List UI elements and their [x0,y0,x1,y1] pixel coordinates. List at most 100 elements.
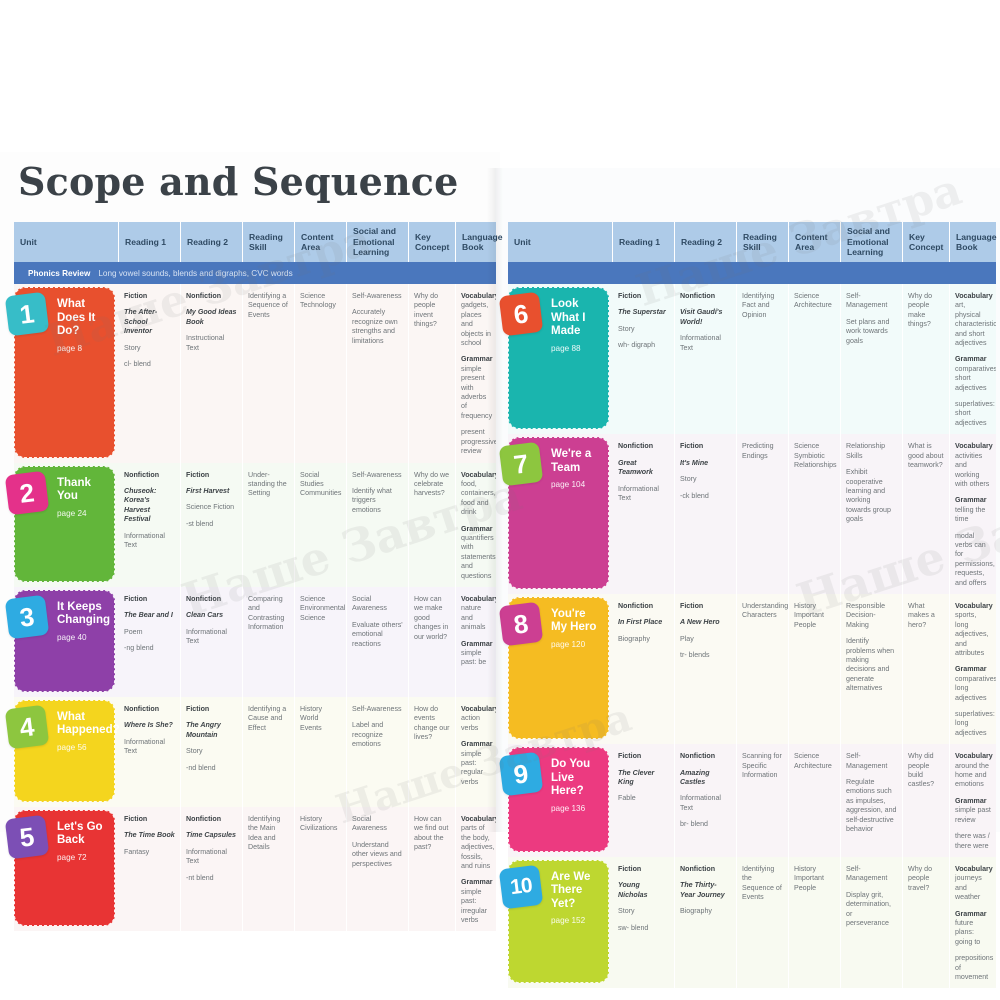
reading1-phonics: -ng blend [124,644,154,653]
content-area-text: Science Architecture [794,292,832,310]
grammar-text: future plans: going to [955,918,981,946]
grammar-text: comparatives: long adjectives [955,674,996,702]
cell-content-area: Science Symbiotic Relationships [789,434,841,594]
reading-skill-text: Comparing and Contrasting Information [248,594,285,632]
unit-card-4[interactable]: 4 What Happened? page 56 [4,699,120,802]
unit-number-badge: 8 [498,601,544,647]
unit-number-badge: 7 [498,441,544,487]
unit-card-7[interactable]: 7 We're a Team page 104 [498,437,609,589]
vocabulary-text: activities and working with others [955,451,990,488]
cell-social-emotional-learning: Self-Management Set plans and work toward… [841,284,903,435]
unit-number-badge: 6 [498,291,544,337]
reading1-type: Nonfiction [618,601,654,610]
reading1-phonics: cl- blend [124,360,151,369]
cell-reading-2: Fiction A New Hero Play tr- blends [675,593,737,745]
reading2-title: The Thirty-Year Journey [680,881,725,899]
cell-content-area: Science Environmental Science [295,586,347,697]
cell-reading-1: Fiction Young Nicholas Story sw- blend [613,856,675,989]
vocabulary-label: Vocabulary [461,470,496,479]
column-header-language-book: Language Book [956,231,997,253]
column-header-reading-1: Reading 1 [613,222,675,262]
unit-card-1[interactable]: 1 What Does It Do? page 8 [4,287,115,458]
sel-description: Regulate emotions such as impulses, aggr… [846,778,897,834]
reading-skill-text: Predicting Endings [742,442,774,460]
unit-card-8[interactable]: 8 You're My Hero page 120 [498,596,609,740]
cell-reading-1: Fiction The Superstar Story wh- digraph [613,284,675,435]
unit-title: What Happened? [57,710,120,737]
unit-card-10[interactable]: 10 Are We There Yet? page 152 [498,859,609,984]
column-header-reading-skill: Reading Skill [737,222,789,262]
reading2-type: Nonfiction [680,864,716,873]
reading2-genre: Informational Text [186,627,228,646]
reading-skill-text: Understanding Characters [742,601,789,620]
unit-page-number: page 40 [57,632,87,642]
phonics-review-row-left: Phonics Review Long vowel sounds, blends… [14,262,496,284]
reading2-type: Fiction [680,601,704,610]
unit-card-5[interactable]: 5 Let's Go Back page 72 [4,809,115,927]
reading2-title: It's Mine [680,458,709,467]
unit-cell-4: 4 What Happened? page 56 [4,697,120,807]
scope-and-sequence-sheet: Scope and Sequence Unit Reading 1 Reading … [0,0,1000,1000]
grammar-label: Grammar [955,909,987,918]
reading1-type: Fiction [124,292,148,300]
unit-row-9: 9 Do You Live Here? page 136 Fiction The Cle… [498,744,996,857]
sel-category: Self-Awareness [352,704,402,713]
unit-cell-2: 2 Thank You page 24 [4,463,119,587]
grammar-text: simple present with adverbs of frequency [461,364,493,420]
cell-language-book: Vocabularyart, physical characteristics,… [950,284,996,434]
key-concept-text: Why do people invent things? [414,292,439,329]
reading2-type: Fiction [680,442,704,451]
vocabulary-text: journeys and weather [955,874,982,902]
unit-page-number: page 120 [551,639,586,649]
table-header-row-right: Unit Reading 1 Reading 2 Reading Skill Conte… [508,222,997,262]
vocabulary-label: Vocabulary [955,864,993,873]
reading2-genre: Story [680,475,697,484]
sel-category: Self-Awareness [352,470,402,479]
unit-card-9[interactable]: 9 Do You Live Here? page 136 [498,747,609,852]
sel-description: Label and recognize emotions [352,721,384,749]
grammar-text: simple past: be [461,649,487,667]
unit-card-3[interactable]: 3 It Keeps Changing page 40 [4,589,115,692]
cell-language-book: Vocabulary nature and animals Grammar simpl… [456,587,496,697]
key-concept-text: What is good about teamwork? [908,442,944,470]
reading-skill-text: Identifying the Sequence of Events [742,864,782,902]
reading1-genre: Fable [618,794,636,803]
reading-skill-text: Identifying Fact and Opinion [742,292,775,319]
unit-cell-8: 8 You're My Hero page 120 [498,594,613,744]
sel-category: Social Awareness [352,594,387,613]
unit-card-2[interactable]: 2 Thank You page 24 [4,465,115,582]
cell-content-area: History World Events [295,696,347,807]
reading-skill-text: Identifying a Cause and Effect [248,704,287,732]
key-concept-text: Why did people build castles? [908,752,935,789]
unit-row-4: 4 What Happened? page 56 Nonfiction Where Is… [4,696,496,807]
cell-reading-1: Fiction The Clever King Fable [613,744,675,857]
unit-cell-5: 5 Let's Go Back page 72 [4,807,119,931]
cell-reading-skill: Predicting Endings [737,434,789,594]
phonics-review-text: Long vowel sounds, blends and digraphs, … [98,268,293,278]
column-header-reading-skill: Reading Skill [243,222,295,262]
reading1-type: Fiction [124,594,148,603]
unit-card-6[interactable]: 6 Look What I Made page 88 [498,287,609,430]
cell-language-book: Vocabulary sports, long adjectives, and a… [950,594,996,744]
cell-reading-skill: Identifying the Sequence of Events [737,856,789,989]
column-header-unit: Unit [508,222,613,262]
key-concept-text: How can we make good changes in our worl… [414,594,449,641]
cell-key-concept: What is good about teamwork? [903,434,950,594]
reading2-genre: Play [680,634,694,643]
content-area-text: History World Events [300,704,323,732]
reading2-genre: Instructional Text [186,334,225,352]
reading1-type: Nonfiction [124,470,160,479]
unit-number-badge: 3 [4,594,50,640]
unit-row-5: 5 Let's Go Back page 72 Fiction The Time Boo… [4,806,496,932]
reading2-type: Nonfiction [680,292,716,300]
reading2-title: A New Hero [680,618,720,627]
cell-key-concept: Why do people invent things? [409,284,456,463]
cell-content-area: History Important People [789,593,841,745]
cell-key-concept: Why do we celebrate harvests? [409,462,456,587]
unit-title: Let's Go Back [57,820,103,847]
sel-description: Accurately recognize own strengths and l… [352,308,398,345]
vocabulary-text: food, containers, food and drink [461,479,496,517]
reading1-title: The Clever King [618,768,655,787]
cell-reading-2: Nonfiction The Thirty-Year Journey Biograp… [675,856,737,989]
reading1-title: In First Place [618,618,663,627]
